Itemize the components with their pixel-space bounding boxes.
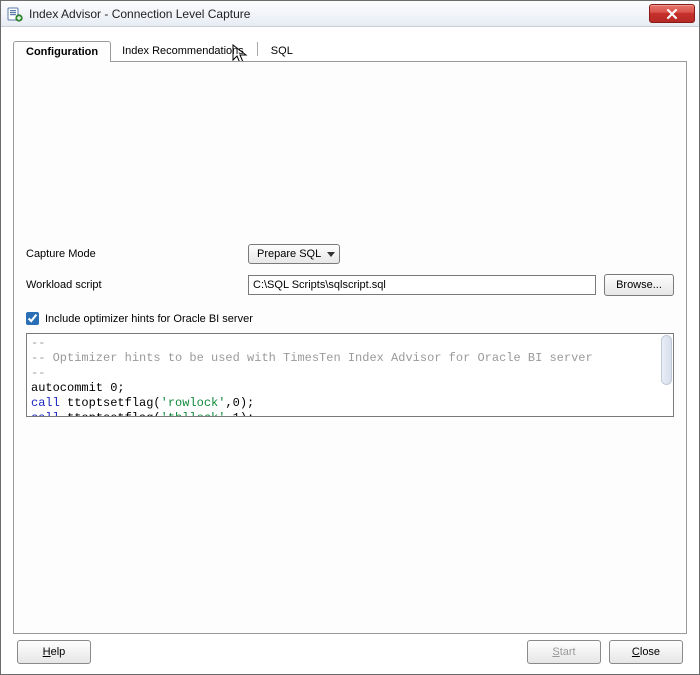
close-label: Close <box>632 646 660 658</box>
tab-sql[interactable]: SQL <box>260 40 304 61</box>
tab-label: Index Recommendations <box>122 45 244 57</box>
hints-code-box[interactable]: -- -- Optimizer hints to be used with Ti… <box>26 333 674 417</box>
code-line: -- Optimizer hints to be used with Times… <box>31 351 593 365</box>
help-label: Help <box>43 646 66 658</box>
browse-label: Browse... <box>616 279 662 291</box>
title-bar: Index Advisor - Connection Level Capture <box>1 1 699 27</box>
include-hints-label: Include optimizer hints for Oracle BI se… <box>45 313 253 325</box>
capture-mode-dropdown[interactable]: Prepare SQL <box>248 244 340 264</box>
empty-space <box>26 74 674 244</box>
tab-configuration[interactable]: Configuration <box>13 41 111 62</box>
tab-label: SQL <box>271 45 293 57</box>
dialog-window: Index Advisor - Connection Level Capture… <box>0 0 700 675</box>
workload-script-row: Workload script Browse... <box>26 274 674 296</box>
app-icon <box>7 6 23 22</box>
code-line: autocommit 0; <box>31 381 125 395</box>
code-line: call ttoptsetflag('rowlock',0); <box>31 396 254 410</box>
code-line: -- <box>31 336 45 350</box>
tab-panel-configuration: Capture Mode Prepare SQL Workload script… <box>13 61 687 634</box>
window-title: Index Advisor - Connection Level Capture <box>29 7 649 21</box>
tab-label: Configuration <box>26 46 98 58</box>
workload-script-label: Workload script <box>26 279 248 291</box>
chevron-down-icon <box>327 252 335 257</box>
workload-script-input[interactable] <box>248 275 596 295</box>
bottom-button-bar: Help Start Close <box>13 634 687 666</box>
code-line: -- <box>31 366 45 380</box>
tab-strip: Configuration Index Recommendations SQL <box>13 37 687 61</box>
capture-mode-value: Prepare SQL <box>257 248 321 260</box>
close-button[interactable]: Close <box>609 640 683 664</box>
help-button[interactable]: Help <box>17 640 91 664</box>
include-hints-row: Include optimizer hints for Oracle BI se… <box>26 312 674 325</box>
start-label: Start <box>552 646 575 658</box>
code-line: call ttoptsetflag('tbllock',1); <box>31 411 254 417</box>
tab-separator <box>257 42 258 56</box>
capture-mode-row: Capture Mode Prepare SQL <box>26 244 674 264</box>
content-area: Configuration Index Recommendations SQL … <box>1 27 699 674</box>
capture-mode-label: Capture Mode <box>26 248 248 260</box>
scrollbar-thumb[interactable] <box>661 335 672 385</box>
start-button: Start <box>527 640 601 664</box>
window-close-button[interactable] <box>649 4 695 23</box>
include-hints-checkbox[interactable] <box>26 312 39 325</box>
browse-button[interactable]: Browse... <box>604 274 674 296</box>
tab-index-recommendations[interactable]: Index Recommendations <box>111 40 255 61</box>
